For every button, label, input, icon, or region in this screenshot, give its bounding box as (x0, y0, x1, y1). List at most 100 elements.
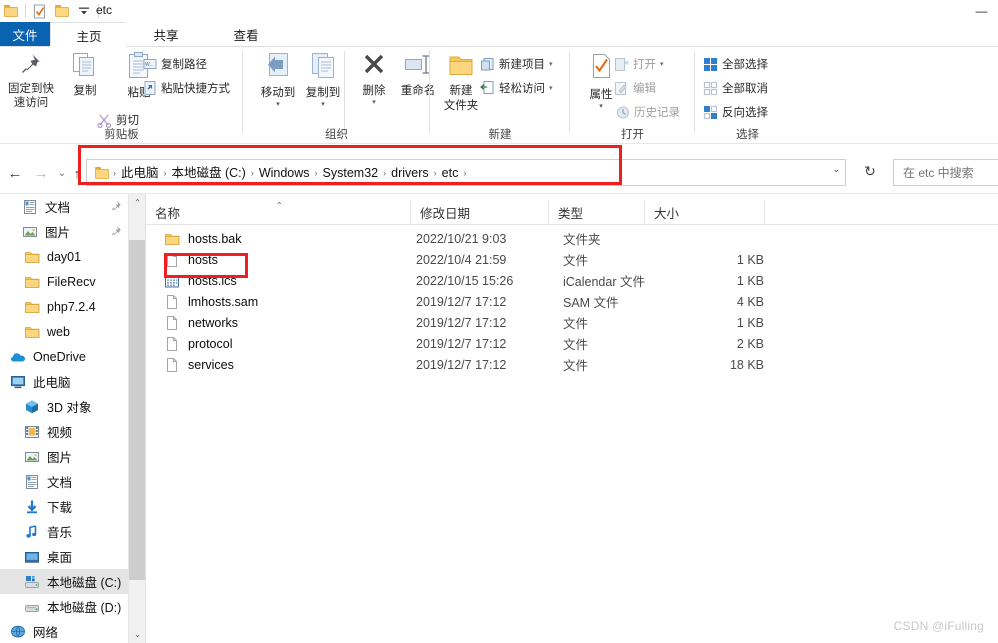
file-name-cell[interactable]: hosts.bak (164, 228, 242, 249)
file-name-cell[interactable]: networks (164, 312, 238, 333)
up-button[interactable]: ↑ (68, 158, 86, 188)
sidebar-item-1[interactable]: 图片 (0, 219, 128, 244)
column-header-type[interactable]: 类型 (548, 200, 644, 224)
paste-shortcut-button[interactable]: 粘贴快捷方式 (143, 78, 230, 98)
sidebar-item-0[interactable]: 文档 (0, 194, 128, 219)
breadcrumb-folder-icon[interactable] (91, 166, 112, 179)
copy-button[interactable]: 复制 (58, 51, 112, 98)
pin-label-line1: 固定到快 (8, 83, 54, 95)
navigation-pane: 文档 图片 day01 FileRecv php7.2.4 web OneDrive 此电脑 3… (0, 194, 128, 643)
new-folder-icon[interactable] (51, 0, 73, 22)
file-name-cell[interactable]: protocol (164, 333, 232, 354)
forward-button[interactable]: → (28, 158, 54, 188)
system-menu-folder-icon[interactable] (0, 0, 22, 22)
properties-check-icon[interactable] (29, 0, 51, 22)
search-box[interactable]: 在 etc 中搜索 (893, 159, 998, 186)
sidebar-item-3[interactable]: FileRecv (0, 269, 128, 294)
breadcrumb-item-0[interactable]: 此电脑 (117, 162, 163, 184)
tab-file[interactable]: 文件 (0, 22, 50, 46)
sidebar-item-11[interactable]: 文档 (0, 469, 128, 494)
history-icon (617, 106, 629, 118)
file-name-cell[interactable]: hosts (164, 249, 218, 270)
breadcrumb-sep-6[interactable]: › (462, 168, 467, 178)
search-input[interactable]: 在 etc 中搜索 (903, 164, 974, 181)
pin-label-line2: 速访问 (13, 97, 49, 109)
open-caret-icon[interactable]: ▾ (660, 61, 664, 68)
column-header-date[interactable]: 修改日期 (410, 200, 548, 224)
address-bar[interactable]: › 此电脑 › 本地磁盘 (C:) › Windows › System32 ›… (86, 159, 846, 186)
sidebar-item-16[interactable]: 本地磁盘 (D:) (0, 594, 128, 619)
sidebar-item-12[interactable]: 下载 (0, 494, 128, 519)
sidebar-item-14[interactable]: 桌面 (0, 544, 128, 569)
history-label: 历史记录 (634, 107, 680, 119)
select-all-button[interactable]: 全部选择 (703, 54, 768, 74)
ribbon-divider-organize-inner (344, 51, 345, 133)
table-row[interactable]: hosts.ics 2022/10/15 15:26 iCalendar 文件 1 K… (146, 270, 998, 291)
history-button[interactable]: 历史记录 (614, 102, 680, 122)
sidebar-item-label: FileRecv (47, 274, 96, 289)
pin-icon[interactable] (110, 225, 122, 240)
pin-to-quick-access-button[interactable]: 固定到快 速访问 (4, 51, 58, 110)
sidebar-item-10[interactable]: 图片 (0, 444, 128, 469)
tab-share[interactable]: 共享 (126, 22, 206, 46)
videos-icon (22, 422, 42, 442)
file-name-cell[interactable]: lmhosts.sam (164, 291, 258, 312)
minimize-button[interactable]: — (965, 0, 998, 22)
invert-selection-button[interactable]: 反向选择 (703, 102, 768, 122)
file-name-label: networks (188, 315, 239, 330)
table-row[interactable]: hosts.bak 2022/10/21 9:03 文件夹 (146, 228, 998, 249)
sidebar-item-2[interactable]: day01 (0, 244, 128, 269)
breadcrumb-item-5[interactable]: etc (438, 162, 463, 184)
sidebar-item-15[interactable]: 本地磁盘 (C:) (0, 569, 128, 594)
sort-ascending-icon: ⌃ (276, 201, 283, 210)
easy-access-caret-icon[interactable]: ▾ (549, 85, 553, 92)
table-row[interactable]: hosts 2022/10/4 21:59 文件 1 KB (146, 249, 998, 270)
new-item-caret-icon[interactable]: ▾ (549, 61, 553, 68)
open-button[interactable]: 打开 ▾ (614, 54, 664, 74)
scroll-down-arrow-icon[interactable]: ⌄ (129, 626, 146, 643)
refresh-button[interactable]: ↻ (855, 159, 885, 184)
watermark: CSDN @iFulling (893, 619, 984, 633)
breadcrumb-item-1[interactable]: 本地磁盘 (C:) (168, 162, 250, 184)
customize-quick-access-toolbar-icon[interactable] (73, 0, 95, 22)
sidebar-item-4[interactable]: php7.2.4 (0, 294, 128, 319)
tab-view[interactable]: 查看 (206, 22, 286, 46)
table-row[interactable]: networks 2019/12/7 17:12 文件 1 KB (146, 312, 998, 333)
select-none-button[interactable]: 全部取消 (703, 78, 768, 98)
easy-access-button[interactable]: 轻松访问 ▾ (480, 78, 553, 98)
file-name-cell[interactable]: hosts.ics (164, 270, 237, 291)
breadcrumb-item-4[interactable]: drivers (387, 162, 433, 184)
column-header-size[interactable]: 大小 (644, 200, 764, 224)
file-type-cell: 文件 (563, 338, 589, 352)
pin-icon[interactable] (110, 200, 122, 215)
new-item-button[interactable]: 新建项目 ▾ (480, 54, 553, 74)
copy-to-button[interactable]: 复制到 ▾ (296, 51, 350, 108)
table-row[interactable]: lmhosts.sam 2019/12/7 17:12 SAM 文件 4 KB (146, 291, 998, 312)
table-row[interactable]: services 2019/12/7 17:12 文件 18 KB (146, 354, 998, 375)
table-row[interactable]: protocol 2019/12/7 17:12 文件 2 KB (146, 333, 998, 354)
file-name-cell[interactable]: services (164, 354, 234, 375)
sidebar-item-6[interactable]: OneDrive (0, 344, 128, 369)
breadcrumb-item-2[interactable]: Windows (255, 162, 314, 184)
copy-path-button[interactable]: W... 复制路径 (143, 54, 207, 74)
address-dropdown-icon[interactable]: ⌄ (832, 164, 840, 175)
sidebar-item-5[interactable]: web (0, 319, 128, 344)
column-header-name[interactable]: 名称 ⌃ (146, 200, 410, 224)
edit-button[interactable]: 编辑 (614, 78, 656, 98)
invert-selection-icon (703, 105, 718, 119)
ribbon-group-label-clipboard: 剪贴板 (104, 129, 139, 141)
sidebar-item-13[interactable]: 音乐 (0, 519, 128, 544)
scrollbar-thumb[interactable] (129, 240, 146, 580)
delete-caret-icon[interactable]: ▾ (347, 98, 401, 106)
sidebar-item-9[interactable]: 视频 (0, 419, 128, 444)
breadcrumb-item-3[interactable]: System32 (319, 162, 383, 184)
scroll-up-arrow-icon[interactable]: ⌃ (129, 194, 146, 211)
sidebar-item-8[interactable]: 3D 对象 (0, 394, 128, 419)
navigation-pane-scrollbar[interactable]: ⌃ ⌄ (128, 194, 146, 643)
sidebar-item-label: 视频 (47, 426, 73, 440)
sidebar-item-17[interactable]: 网络 (0, 619, 128, 643)
sidebar-item-7[interactable]: 此电脑 (0, 369, 128, 394)
back-button[interactable]: ← (2, 158, 28, 188)
column-header-spacer[interactable] (764, 200, 998, 224)
copy-to-caret-icon[interactable]: ▾ (296, 100, 350, 108)
